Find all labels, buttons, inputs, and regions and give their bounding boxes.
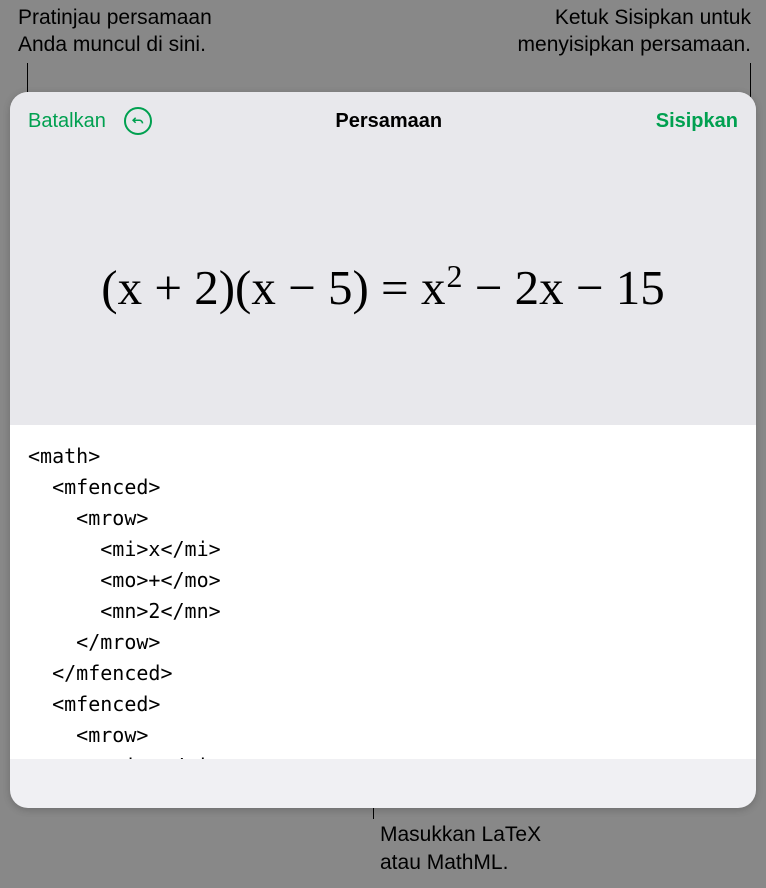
callout-code-label: Masukkan LaTeXatau MathML. — [380, 821, 541, 876]
callout-insert-label: Ketuk Sisipkan untukmenyisipkan persamaa… — [518, 4, 751, 59]
equation-preview-area: (x + 2)(x − 5) = x2 − 2x − 15 — [10, 150, 756, 425]
dialog-title: Persamaan — [122, 110, 656, 133]
dialog-toolbar: Batalkan Persamaan Sisipkan — [10, 92, 756, 150]
insert-button[interactable]: Sisipkan — [656, 110, 738, 133]
equation-dialog: Batalkan Persamaan Sisipkan (x + 2)(x − … — [10, 92, 756, 808]
callout-preview-label: Pratinjau persamaanAnda muncul di sini. — [18, 4, 212, 59]
equation-code-input[interactable]: <math> <mfenced> <mrow> <mi>x</mi> <mo>+… — [10, 425, 756, 759]
equation-preview: (x + 2)(x − 5) = x2 − 2x − 15 — [101, 259, 664, 316]
cancel-button[interactable]: Batalkan — [28, 110, 106, 133]
